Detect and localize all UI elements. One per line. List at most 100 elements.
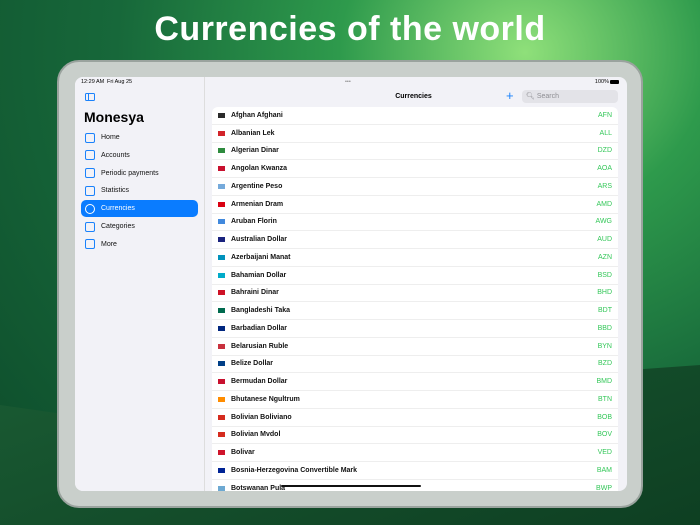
sidebar-item-currencies[interactable]: Currencies <box>81 200 198 218</box>
currency-code: AOA <box>597 165 612 173</box>
flag-icon <box>218 254 225 260</box>
flag-icon <box>218 343 225 349</box>
house-icon <box>85 132 95 143</box>
currency-name: Angolan Kwanza <box>231 165 288 173</box>
sidebar-item-label: Statistics <box>101 187 130 195</box>
currency-code: AFN <box>598 111 612 119</box>
sidebar: Monesya Home Accounts Periodic payments Sta… <box>75 77 205 491</box>
currency-code: BWP <box>596 484 612 491</box>
currency-row[interactable]: Bhutanese Ngultrum BTN <box>212 391 618 409</box>
flag-icon <box>218 290 225 296</box>
currency-row[interactable]: Bolivian Mvdol BOV <box>212 427 618 445</box>
sidebar-item-accounts[interactable]: Accounts <box>81 147 198 164</box>
currency-row[interactable]: Bolivian Boliviano BOB <box>212 409 618 427</box>
currency-row[interactable]: Bahamian Dollar BSD <box>212 267 618 285</box>
currency-row[interactable]: Belize Dollar BZD <box>212 356 618 374</box>
flag-icon <box>218 166 225 172</box>
currency-code: BOV <box>597 431 612 439</box>
currency-name: Afghan Afghani <box>231 111 283 119</box>
currency-code: BDT <box>598 307 612 315</box>
flag-icon <box>218 361 225 367</box>
status-date: Fri Aug 25 <box>107 79 133 85</box>
currency-name: Barbadian Dollar <box>231 324 288 332</box>
sidebar-item-label: Home <box>101 134 120 141</box>
flag-icon <box>218 183 225 189</box>
app-screen: Monesya Home Accounts Periodic payments Sta… <box>75 77 627 491</box>
add-currency-button[interactable]: + <box>506 88 514 103</box>
currency-name: Bermudan Dollar <box>231 378 288 386</box>
currency-list: Afghan Afghani AFN Albanian Lek ALL Algerian… <box>212 107 618 491</box>
flag-icon <box>218 219 225 225</box>
currency-row[interactable]: Algerian Dinar DZD <box>212 143 618 161</box>
flag-icon <box>218 467 225 473</box>
flag-icon <box>218 396 225 402</box>
currency-code: AWG <box>595 218 612 226</box>
sidebar-item-label: Accounts <box>101 151 130 159</box>
flag-icon <box>218 272 225 278</box>
sidebar-item-label: More <box>101 240 117 248</box>
main-panel: Currencies + 🔍︎ Search Afghan Afghani AFN… <box>206 77 627 491</box>
sidebar-item-statistics[interactable]: Statistics <box>81 182 198 199</box>
sidebar-item-more[interactable]: More <box>81 236 198 253</box>
battery-icon <box>610 80 619 84</box>
currency-row[interactable]: Barbadian Dollar BBD <box>212 320 618 338</box>
currency-name: Bolivar <box>231 449 255 457</box>
flag-icon <box>218 325 225 331</box>
sidebar-item-periodic-payments[interactable]: Periodic payments <box>81 165 198 182</box>
currency-name: Algerian Dinar <box>231 147 279 155</box>
flag-icon <box>218 237 225 243</box>
currency-row[interactable]: Bolivar VED <box>212 444 618 462</box>
currency-name: Argentine Peso <box>231 182 283 190</box>
sidebar-item-label: Categories <box>101 223 135 230</box>
currency-code: VED <box>597 449 612 457</box>
flag-icon <box>218 432 225 438</box>
sidebar-item-categories[interactable]: Categories <box>81 218 198 235</box>
currency-code: BOB <box>597 413 612 421</box>
currency-name: Belarusian Ruble <box>231 342 289 350</box>
battery-text: 100% <box>594 79 609 85</box>
search-placeholder: Search <box>536 93 560 100</box>
headline: Currencies of the world <box>154 10 546 48</box>
currency-code: BBD <box>597 324 612 332</box>
currency-row[interactable]: Angolan Kwanza AOA <box>212 160 618 178</box>
currency-row[interactable]: Belarusian Ruble BYN <box>212 338 618 356</box>
currency-row[interactable]: Armenian Dram AMD <box>212 196 618 214</box>
flag-icon <box>218 485 225 491</box>
currency-row[interactable]: Bahraini Dinar BHD <box>212 285 618 303</box>
multitask-dots[interactable]: ••• <box>345 79 351 85</box>
flag-icon <box>218 112 225 118</box>
currency-code: AMD <box>596 200 612 208</box>
currency-name: Bolivian Boliviano <box>231 413 292 421</box>
currency-name: Bhutanese Ngultrum <box>231 395 300 403</box>
currency-row[interactable]: Bosnia-Herzegovina Convertible Mark BAM <box>212 462 618 480</box>
bank-icon <box>85 150 95 161</box>
currency-code: ARS <box>597 182 612 190</box>
currency-row[interactable]: Albanian Lek ALL <box>212 125 618 143</box>
currency-row[interactable]: Azerbaijani Manat AZN <box>212 249 618 267</box>
currency-code: AZN <box>598 253 612 261</box>
home-indicator[interactable] <box>281 485 421 487</box>
currency-row[interactable]: Bangladeshi Taka BDT <box>212 302 618 320</box>
currency-name: Bosnia-Herzegovina Convertible Mark <box>231 466 358 474</box>
sidebar-item-label: Currencies <box>101 205 135 213</box>
currency-code: BYN <box>597 342 612 350</box>
flag-icon <box>218 414 225 420</box>
sidebar-item-label: Periodic payments <box>101 169 159 177</box>
currency-name: Armenian Dram <box>231 200 284 208</box>
currency-row[interactable]: Australian Dollar AUD <box>212 231 618 249</box>
currency-name: Australian Dollar <box>231 236 288 244</box>
currency-name: Botswanan Pula <box>231 484 286 491</box>
flag-icon <box>218 130 225 136</box>
currency-code: BSD <box>597 271 612 279</box>
currency-name: Albanian Lek <box>231 129 275 137</box>
currency-row[interactable]: Afghan Afghani AFN <box>212 107 618 125</box>
sidebar-toggle-icon[interactable] <box>85 93 95 101</box>
sidebar-item-home[interactable]: Home <box>81 129 198 146</box>
currency-row[interactable]: Argentine Peso ARS <box>212 178 618 196</box>
currency-name: Bolivian Mvdol <box>231 431 281 439</box>
search-input[interactable]: 🔍︎ Search <box>522 90 618 103</box>
currency-row[interactable]: Bermudan Dollar BMD <box>212 373 618 391</box>
currency-row[interactable]: Aruban Florin AWG <box>212 214 618 232</box>
currency-name: Bahamian Dollar <box>231 271 287 279</box>
currency-name: Belize Dollar <box>231 360 274 368</box>
